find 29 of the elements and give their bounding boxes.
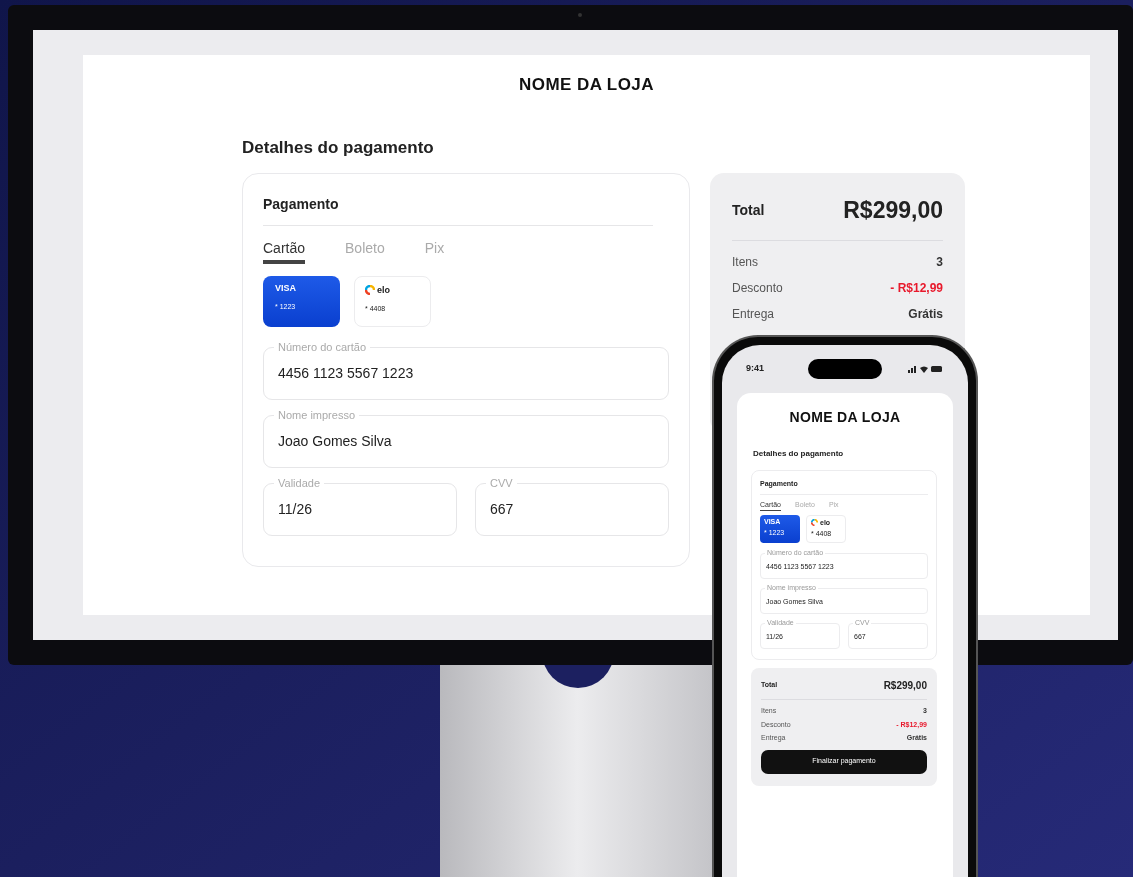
summary-value: Grátis xyxy=(908,305,943,323)
summary-label: Entrega xyxy=(732,305,775,323)
total-value: R$299,00 xyxy=(883,679,927,693)
field-label: Nome impresso xyxy=(274,408,360,422)
store-name: NOME DA LOJA xyxy=(518,74,655,96)
ring-logo-icon xyxy=(365,285,375,295)
summary-label: Desconto xyxy=(732,279,783,297)
field-label: Validade xyxy=(274,476,324,490)
total-value: R$299,00 xyxy=(843,196,943,225)
field-value: Joao Gomes Silva xyxy=(278,432,393,451)
summary-label: Itens xyxy=(732,253,758,271)
ring-logo-icon xyxy=(811,519,818,526)
card-brand: VISA xyxy=(275,284,296,293)
status-time: 9:41 xyxy=(746,362,765,376)
section-heading: Detalhes do pagamento xyxy=(753,448,845,460)
field-value: 4456 1123 5567 1223 xyxy=(278,364,415,383)
section-heading: Detalhes do pagamento xyxy=(242,136,435,159)
summary-value: - R$12,99 xyxy=(890,279,943,297)
field-value: 667 xyxy=(490,500,515,519)
field-label: Número do cartão xyxy=(274,340,371,354)
store-name: NOME DA LOJA xyxy=(788,408,902,427)
card-title: Pagamento xyxy=(263,194,653,226)
card-brand: elo xyxy=(377,285,390,295)
total-label: Total xyxy=(732,200,765,220)
field-label: CVV xyxy=(486,476,517,490)
camera-icon xyxy=(578,13,582,17)
field-value: 11/26 xyxy=(278,500,313,519)
payment-tab[interactable]: Cartão xyxy=(263,238,306,264)
summary-value: 3 xyxy=(936,253,943,271)
